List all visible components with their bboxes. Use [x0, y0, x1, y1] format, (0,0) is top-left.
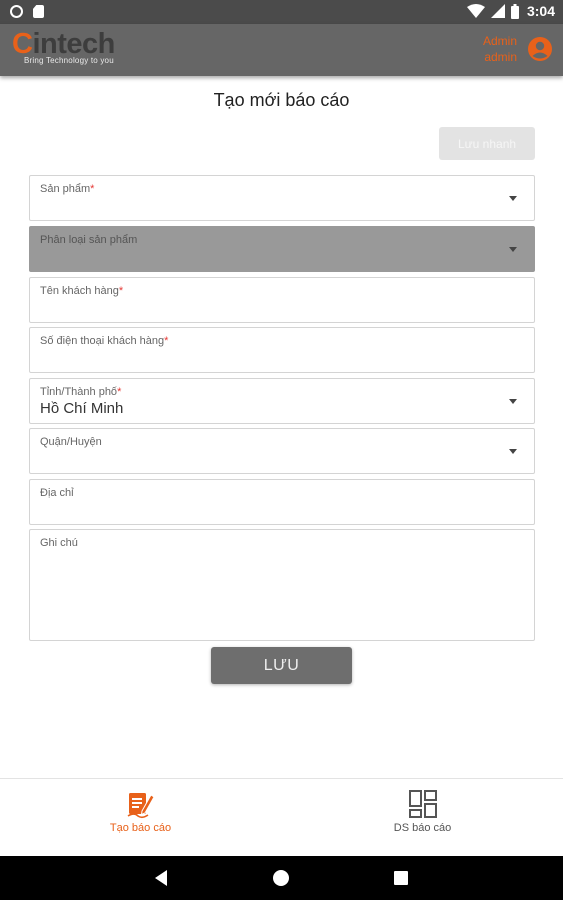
note-label: Ghi chú [40, 537, 78, 549]
status-time: 3:04 [526, 3, 555, 19]
status-bar: 3:04 [0, 0, 563, 24]
page-title: Tạo mới báo cáo [213, 90, 350, 110]
user-name: Admin [482, 34, 517, 48]
customer-phone-label: Số điện thoại khách hàng [40, 335, 165, 347]
address-label: Địa chỉ [40, 487, 74, 499]
dropdown-arrow-icon [509, 247, 517, 252]
logo-wordmark: Cintech [12, 28, 115, 60]
quick-save-button[interactable]: Lưu nhanh [439, 127, 535, 160]
product-category-select[interactable]: Phân loại sản phẩm [29, 226, 535, 272]
district-label: Quận/Huyện [40, 436, 102, 448]
province-select[interactable]: Tỉnh/Thành phố* Hồ Chí Minh [29, 378, 535, 424]
report-create-icon [127, 793, 155, 819]
province-label: Tỉnh/Thành phố [40, 386, 118, 398]
back-icon[interactable] [155, 870, 167, 886]
dropdown-arrow-icon [509, 196, 517, 201]
customer-name-label: Tên khách hàng [40, 285, 119, 297]
nav-report-list[interactable]: DS báo cáo [282, 779, 563, 857]
grid-list-icon [408, 790, 437, 818]
logo-tagline: Bring Technology to you [24, 56, 114, 65]
customer-name-field[interactable]: Tên khách hàng* [29, 277, 535, 323]
account-circle-icon[interactable] [527, 36, 553, 62]
nav-create-report[interactable]: Tạo báo cáo [0, 779, 281, 857]
customer-phone-field[interactable]: Số điện thoại khách hàng* [29, 327, 535, 373]
dropdown-arrow-icon [509, 399, 517, 404]
home-icon[interactable] [273, 870, 289, 886]
signal-icon [490, 4, 505, 18]
address-field[interactable]: Địa chỉ [29, 479, 535, 525]
product-label: Sản phẩm [40, 183, 91, 195]
circle-icon [10, 5, 23, 18]
dropdown-arrow-icon [509, 449, 517, 454]
note-textarea[interactable]: Ghi chú [29, 529, 535, 641]
save-button[interactable]: LƯU [211, 647, 352, 684]
nav-report-list-label: DS báo cáo [393, 822, 452, 834]
recent-apps-icon[interactable] [394, 871, 408, 885]
user-role: admin [484, 50, 517, 64]
sd-card-icon [33, 5, 44, 18]
district-select[interactable]: Quận/Huyện [29, 428, 535, 474]
app-logo[interactable]: Cintech Bring Technology to you [12, 29, 115, 65]
user-menu[interactable]: Admin admin [483, 33, 553, 65]
app-bar: Cintech Bring Technology to you Admin ad… [0, 24, 563, 76]
product-category-label: Phân loại sản phẩm [40, 234, 138, 246]
screen: 3:04 Cintech Bring Technology to you Adm… [0, 0, 563, 900]
system-navigation-bar [0, 856, 563, 900]
product-select[interactable]: Sản phẩm* [29, 175, 535, 221]
battery-icon [510, 3, 519, 19]
province-value: Hồ Chí Minh [40, 400, 124, 417]
nav-create-report-label: Tạo báo cáo [109, 822, 172, 834]
wifi-icon [466, 4, 485, 18]
bottom-navigation: Tạo báo cáo DS báo cáo [0, 778, 563, 856]
